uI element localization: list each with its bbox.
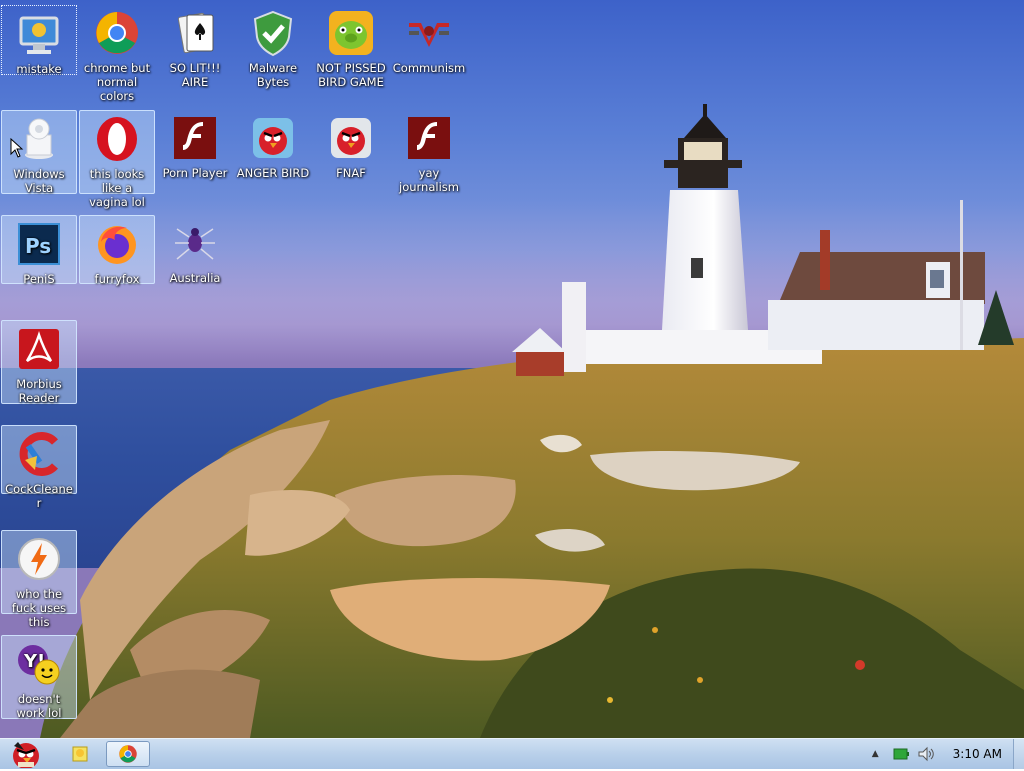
icon-label: FNAF (336, 166, 366, 180)
photoshop-icon: Ps (15, 220, 63, 268)
icon-label: chrome but normal colors (83, 61, 151, 103)
show-desktop-button[interactable] (1013, 739, 1024, 769)
chrome-icon (119, 745, 137, 763)
desktop-icon-anger-bird[interactable]: ANGER BIRD (235, 110, 311, 185)
icon-label: Porn Player (162, 166, 228, 180)
network-battery-icon[interactable] (893, 747, 909, 761)
show-hidden-icons-arrow[interactable]: ▲ (872, 749, 879, 759)
icon-label: Morbius Reader (16, 377, 62, 405)
icon-label: who the fuck uses this (11, 587, 67, 629)
desktop-icon-photoshop[interactable]: Ps PeniS (1, 215, 77, 286)
desktop-icon-firefox[interactable]: furryfox (79, 215, 155, 286)
desktop-icon-cockcleaner[interactable]: CockCleaner (1, 425, 77, 510)
solitaire-cards-icon (171, 9, 219, 57)
desktop-background: mistake chrome but normal colors SO LIT!… (0, 0, 1024, 738)
firefox-icon (93, 220, 141, 268)
opera-icon (93, 115, 141, 163)
winamp-bolt-icon (15, 535, 63, 583)
taskbar-sticky-notes[interactable] (58, 741, 102, 767)
flash-player-icon (171, 114, 219, 162)
icon-label: this looks like a vagina lol (89, 167, 145, 209)
speaker-volume-icon[interactable] (917, 746, 935, 762)
icon-label: yay journalism (399, 166, 459, 194)
computer-monitor-icon (15, 10, 63, 58)
icon-label: NOT PISSED BIRD GAME (316, 61, 386, 89)
red-bird-icon (327, 114, 375, 162)
system-tray: ▲ 3:10 AM (872, 739, 1012, 769)
desktop-icon-australia[interactable]: Australia (157, 215, 233, 290)
taskbar: ▲ 3:10 AM (0, 738, 1024, 769)
yahoo-messenger-icon: Y! (15, 640, 63, 688)
desktop-icon-mistake[interactable]: mistake (1, 5, 77, 76)
icon-label: Communism (392, 61, 466, 75)
desktop-icon-yay-journalism[interactable]: yay journalism (391, 110, 467, 200)
desktop-icon-fnaf[interactable]: FNAF (313, 110, 389, 185)
icon-label: Malware Bytes (248, 61, 298, 89)
icon-label: PeniS (23, 272, 55, 286)
hammer-sickle-emblem-icon (405, 9, 453, 57)
icon-label: mistake (16, 62, 62, 76)
acrobat-reader-icon (15, 325, 63, 373)
icon-label: Windows Vista (13, 167, 65, 195)
desktop-icon-porn-player[interactable]: Porn Player (157, 110, 233, 185)
desktop-icon-chrome[interactable]: chrome but normal colors (79, 5, 155, 103)
spider-solitaire-icon (171, 219, 219, 267)
desktop-icon-morbius-reader[interactable]: Morbius Reader (1, 320, 77, 405)
desktop-icon-malwarebytes[interactable]: Malware Bytes (235, 5, 311, 95)
start-button[interactable] (4, 740, 48, 769)
clock[interactable]: 3:10 AM (953, 747, 1002, 761)
desktop-icon-pig-game[interactable]: NOT PISSED BIRD GAME (313, 5, 389, 95)
green-pig-icon (327, 9, 375, 57)
svg-text:Ps: Ps (25, 234, 51, 258)
desktop-icon-communism[interactable]: Communism (391, 5, 467, 80)
icon-label: Australia (169, 271, 221, 285)
ccleaner-icon (15, 430, 63, 478)
icon-label: SO LIT!!! AIRE (169, 61, 221, 89)
chrome-icon (93, 9, 141, 57)
desktop-icon-yahoo-messenger[interactable]: Y! doesn't work lol (1, 635, 77, 720)
flash-player-icon (405, 114, 453, 162)
desktop-icon-solitaire[interactable]: SO LIT!!! AIRE (157, 5, 233, 89)
red-bird-icon (249, 114, 297, 162)
icon-label: CockCleaner (5, 482, 73, 510)
start-orb-angry-bird-icon (13, 742, 39, 769)
icon-label: ANGER BIRD (236, 166, 310, 180)
desktop-icon-who-uses-this[interactable]: who the fuck uses this (1, 530, 77, 629)
shield-check-icon (249, 9, 297, 57)
icon-label: doesn't work lol (16, 692, 62, 720)
icon-label: furryfox (94, 272, 140, 286)
sticky-notes-icon (72, 746, 88, 762)
mouse-cursor-icon (10, 138, 24, 158)
taskbar-chrome[interactable] (106, 741, 150, 767)
desktop-icon-opera[interactable]: this looks like a vagina lol (79, 110, 155, 209)
